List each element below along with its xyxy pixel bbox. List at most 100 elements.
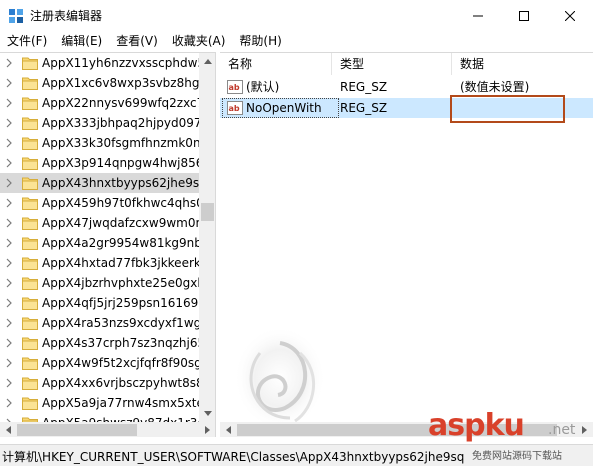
chevron-right-icon[interactable] xyxy=(4,338,14,348)
tree-item[interactable]: AppX4w9f5t2xcjfqfr8f90sgf xyxy=(0,353,199,373)
menu-favorites[interactable]: 收藏夹(A) xyxy=(165,31,233,51)
menu-help[interactable]: 帮助(H) xyxy=(232,31,288,51)
close-icon xyxy=(565,10,575,21)
tree-hscroll-thumb[interactable] xyxy=(17,424,137,436)
tree-item[interactable]: AppX11yh6nzzvxsscphdw5 xyxy=(0,53,199,73)
tree-vertical-scrollbar[interactable] xyxy=(199,53,215,422)
folder-icon xyxy=(22,317,38,330)
menu-file[interactable]: 文件(F) xyxy=(0,31,54,51)
tree-item[interactable]: AppX47jwqdafzcxw9wm0m xyxy=(0,213,199,233)
tree-item[interactable]: AppX4hxtad77fbk3jkkeerk xyxy=(0,253,199,273)
chevron-right-icon[interactable] xyxy=(4,298,14,308)
chevron-right-icon[interactable] xyxy=(4,318,14,328)
scroll-right-arrow-icon[interactable] xyxy=(199,422,215,437)
tree-item[interactable]: AppX43hnxtbyyps62jhe9sq xyxy=(0,173,199,193)
folder-icon xyxy=(22,277,38,290)
tree-item[interactable]: AppX5a9ja77rnw4smx5xter xyxy=(0,393,199,413)
chevron-right-icon[interactable] xyxy=(4,238,14,248)
string-value-icon: ab xyxy=(227,101,243,115)
scroll-left-arrow-icon[interactable] xyxy=(0,422,17,437)
watermark-net: .net xyxy=(548,422,576,438)
chevron-right-icon[interactable] xyxy=(4,278,14,288)
chevron-right-icon[interactable] xyxy=(4,158,14,168)
value-type: REG_SZ xyxy=(340,80,388,94)
folder-icon xyxy=(22,337,38,350)
folder-icon xyxy=(22,257,38,270)
chevron-right-icon[interactable] xyxy=(4,98,14,108)
tree-item[interactable]: AppX3p914qnpgw4hwj856 xyxy=(0,153,199,173)
chevron-right-icon[interactable] xyxy=(4,138,14,148)
close-button[interactable] xyxy=(547,0,593,31)
tree-item-label: AppX459h97t0fkhwc4qhs0 xyxy=(42,196,199,210)
data-highlight-box xyxy=(450,95,565,123)
tree-item-label: AppX4hxtad77fbk3jkkeerk xyxy=(42,256,199,270)
tree-item[interactable]: AppX22nnysv699wfq2zxc7 xyxy=(0,93,199,113)
tree-vscroll-thumb[interactable] xyxy=(201,203,214,221)
minimize-button[interactable] xyxy=(455,0,501,31)
tree-item-label: AppX22nnysv699wfq2zxc7 xyxy=(42,96,199,110)
chevron-right-icon[interactable] xyxy=(4,178,14,188)
chevron-right-icon[interactable] xyxy=(4,218,14,228)
watermark-main: aspku xyxy=(428,408,525,443)
chevron-right-icon[interactable] xyxy=(4,358,14,368)
folder-icon xyxy=(22,177,38,190)
menu-edit[interactable]: 编辑(E) xyxy=(54,31,109,51)
scroll-left-arrow-icon[interactable] xyxy=(220,422,237,437)
folder-icon xyxy=(22,97,38,110)
maximize-button[interactable] xyxy=(501,0,547,31)
value-row-default[interactable]: ab (默认) REG_SZ (数值未设置) xyxy=(220,77,593,97)
tree-item[interactable]: AppX4qfj5jrj259psn161698 xyxy=(0,293,199,313)
value-name: (默认) xyxy=(246,80,280,94)
folder-icon xyxy=(22,377,38,390)
key-tree-pane[interactable]: AppX11yh6nzzvxsscphdw5 AppX1xc6v8wxp3svbz… xyxy=(0,52,216,437)
chevron-right-icon[interactable] xyxy=(4,378,14,388)
tree-item[interactable]: AppX4ra53nzs9xcdyxf1wgc xyxy=(0,313,199,333)
tree-item-label: AppX3p914qnpgw4hwj856 xyxy=(42,156,199,170)
column-header-type[interactable]: 类型 xyxy=(332,53,452,75)
menu-view[interactable]: 查看(V) xyxy=(109,31,165,51)
folder-icon xyxy=(22,157,38,170)
values-pane[interactable]: 名称 类型 数据 ab (默认) REG_SZ (数值未设置) ab NoOpe… xyxy=(220,52,593,437)
tree-item[interactable]: AppX333jbhpaq2hjpyd097 xyxy=(0,113,199,133)
tree-horizontal-scrollbar[interactable] xyxy=(0,422,215,437)
watermark-sub: 免费网站源码下载站 xyxy=(472,451,562,462)
decorative-swirl-image xyxy=(234,326,326,430)
folder-icon xyxy=(22,197,38,210)
scroll-up-arrow-icon[interactable] xyxy=(199,53,215,70)
tree-item-label: AppX4xx6vrjbsczpyhwt8s8y xyxy=(42,376,199,390)
tree-item-label: AppX333jbhpaq2hjpyd097 xyxy=(42,116,199,130)
tree-item[interactable]: AppX4a2gr9954w81kg9nb xyxy=(0,233,199,253)
string-value-icon: ab xyxy=(227,80,243,94)
tree-item[interactable]: AppX4xx6vrjbsczpyhwt8s8y xyxy=(0,373,199,393)
title-bar[interactable]: 注册表编辑器 xyxy=(0,0,593,31)
chevron-right-icon[interactable] xyxy=(4,198,14,208)
menu-bar: 文件(F) 编辑(E) 查看(V) 收藏夹(A) 帮助(H) xyxy=(0,31,593,51)
chevron-right-icon[interactable] xyxy=(4,78,14,88)
chevron-right-icon[interactable] xyxy=(4,258,14,268)
column-header-data[interactable]: 数据 xyxy=(452,53,593,75)
tree-item[interactable]: AppX33k30fsgmfhnzmk0n xyxy=(0,133,199,153)
folder-icon xyxy=(22,397,38,410)
folder-icon xyxy=(22,57,38,70)
tree-item[interactable]: AppX4jbzrhvphxte25e0gxh xyxy=(0,273,199,293)
column-header-name[interactable]: 名称 xyxy=(220,53,332,75)
tree-item-label: AppX4w9f5t2xcjfqfr8f90sgf xyxy=(42,356,199,370)
chevron-right-icon[interactable] xyxy=(4,58,14,68)
tree-item[interactable]: AppX459h97t0fkhwc4qhs0 xyxy=(0,193,199,213)
tree-item-label: AppX1xc6v8wxp3svbz8hgq xyxy=(42,76,199,90)
maximize-icon xyxy=(519,10,529,21)
chevron-right-icon[interactable] xyxy=(4,118,14,128)
tree-item-label: AppX5a9ja77rnw4smx5xter xyxy=(42,396,199,410)
svg-text:ab: ab xyxy=(229,104,240,113)
tree-item[interactable]: AppX4s37crph7sz3nqzhj65 xyxy=(0,333,199,353)
scroll-down-arrow-icon[interactable] xyxy=(199,405,215,422)
tree-item-label: AppX11yh6nzzvxsscphdw5 xyxy=(42,56,199,70)
status-path: 计算机\HKEY_CURRENT_USER\SOFTWARE\Classes\A… xyxy=(2,450,465,464)
regedit-app-icon xyxy=(9,9,23,23)
chevron-right-icon[interactable] xyxy=(4,398,14,408)
folder-icon xyxy=(22,297,38,310)
tree-item-label: AppX4qfj5jrj259psn161698 xyxy=(42,296,199,310)
folder-icon xyxy=(22,77,38,90)
tree-item[interactable]: AppX1xc6v8wxp3svbz8hgq xyxy=(0,73,199,93)
minimize-icon xyxy=(473,15,483,16)
